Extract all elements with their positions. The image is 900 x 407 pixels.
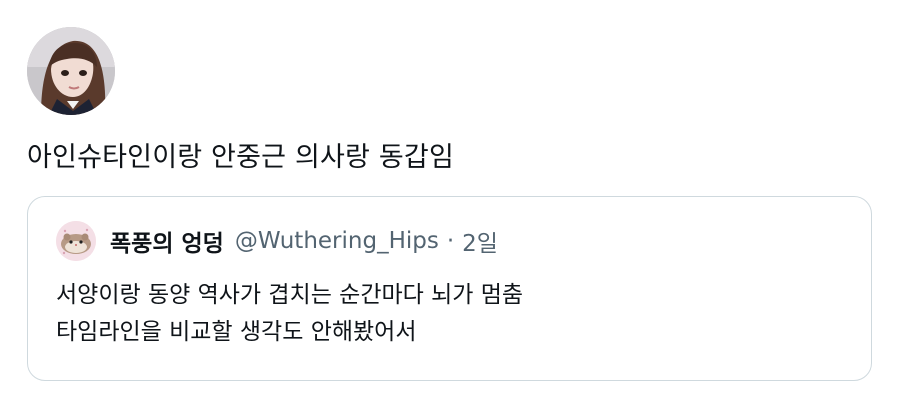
tweet: 아인슈타인이랑 안중근 의사랑 동갑임 폭풍의 엉덩 @Wuthering_Hi… xyxy=(0,0,900,407)
quote-text: 서양이랑 동양 역사가 겹치는 순간마다 뇌가 멈춤 타임라인을 비교할 생각도… xyxy=(56,277,523,351)
quote-text-line: 타임라인을 비교할 생각도 안해봤어서 xyxy=(56,319,417,345)
quote-header: 폭풍의 엉덩 @Wuthering_Hips · 2일 xyxy=(56,221,498,261)
author-avatar[interactable] xyxy=(27,27,115,115)
hamster-icon xyxy=(56,221,96,261)
quote-timestamp[interactable]: 2일 xyxy=(462,224,498,258)
quote-display-name[interactable]: 폭풍의 엉덩 xyxy=(110,224,224,258)
quote-tweet-card[interactable]: 폭풍의 엉덩 @Wuthering_Hips · 2일 서양이랑 동양 역사가 … xyxy=(27,196,872,381)
quote-text-line: 서양이랑 동양 역사가 겹치는 순간마다 뇌가 멈춤 xyxy=(56,282,524,308)
profile-photo-icon xyxy=(27,27,115,115)
tweet-text: 아인슈타인이랑 안중근 의사랑 동갑임 xyxy=(27,142,454,173)
quote-avatar[interactable] xyxy=(56,221,96,261)
quote-separator: · xyxy=(446,228,455,254)
quote-handle[interactable]: @Wuthering_Hips xyxy=(235,228,439,254)
